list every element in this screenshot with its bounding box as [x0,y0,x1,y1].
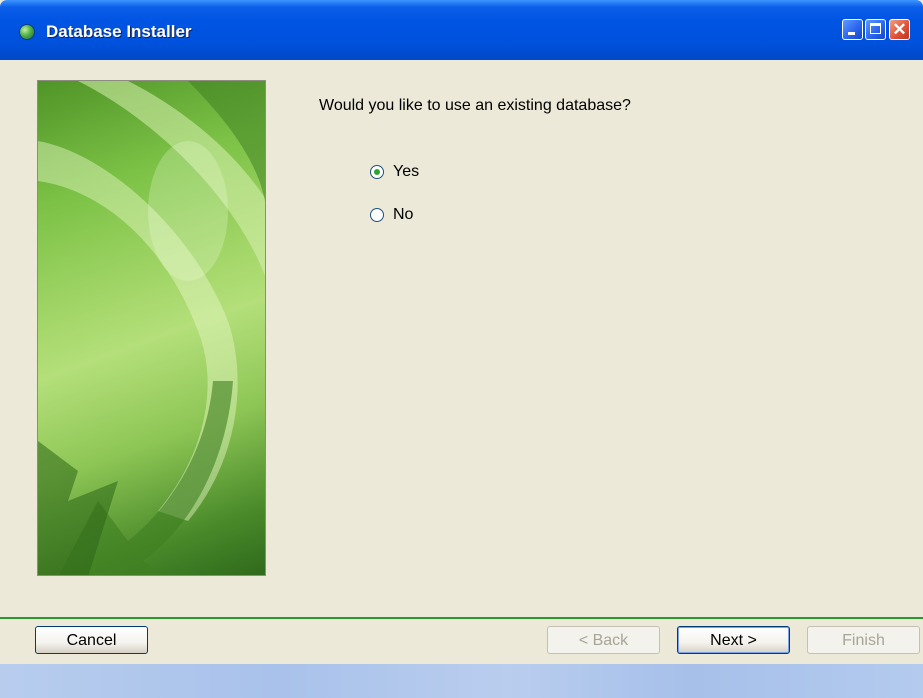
question-text: Would you like to use an existing databa… [319,97,631,114]
option-no[interactable]: No [370,205,413,225]
back-button[interactable]: < Back [547,626,660,654]
installer-window: Database Installer ✕ Would you like to u… [0,0,923,698]
next-button[interactable]: Next > [677,626,790,654]
radio-no-label[interactable]: No [393,206,413,224]
cancel-button[interactable]: Cancel [35,626,148,654]
globe-icon [20,25,34,39]
wizard-banner-image [37,80,266,576]
close-button[interactable]: ✕ [889,19,910,40]
minimize-icon [848,32,855,35]
radio-yes-label[interactable]: Yes [393,163,419,181]
minimize-button[interactable] [842,19,863,40]
maximize-button[interactable] [865,19,886,40]
button-bar: Cancel < Back Next > Finish [0,619,923,664]
banner-swoosh-art [38,81,265,575]
option-yes[interactable]: Yes [370,162,419,182]
close-icon: ✕ [892,20,907,39]
background-taskbar [0,664,923,698]
wizard-content: Would you like to use an existing databa… [0,60,923,617]
radio-no[interactable] [370,208,384,222]
finish-button[interactable]: Finish [807,626,920,654]
radio-yes[interactable] [370,165,384,179]
maximize-icon [870,23,881,34]
window-title: Database Installer [46,22,192,41]
title-bar[interactable]: Database Installer ✕ [0,0,923,60]
